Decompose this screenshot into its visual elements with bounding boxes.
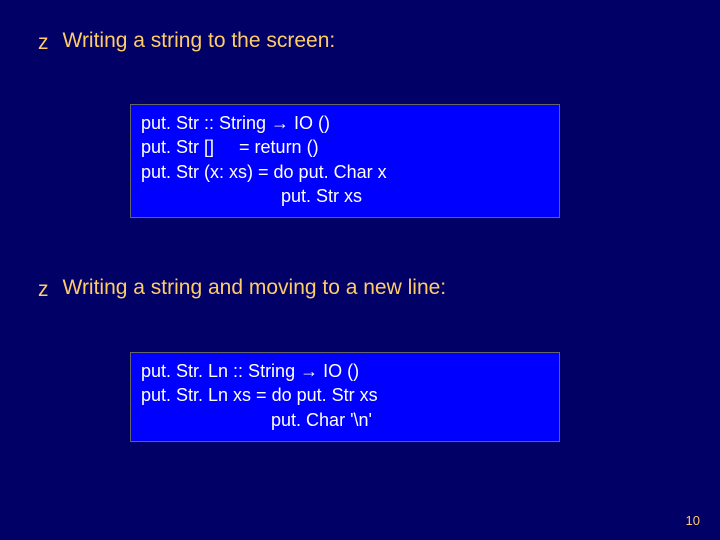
code-line: put. Str (x: xs) = do put. Char x <box>141 160 549 184</box>
slide: z Writing a string to the screen: put. S… <box>0 0 720 540</box>
page-number: 10 <box>686 513 700 528</box>
code-line: put. Str :: String → IO () <box>141 111 549 135</box>
bullet-one: z Writing a string to the screen: <box>38 28 335 55</box>
code-line: put. Str. Ln :: String → IO () <box>141 359 549 383</box>
bullet-two: z Writing a string and moving to a new l… <box>38 275 446 302</box>
bullet-marker: z <box>38 28 49 55</box>
bullet-text-two: Writing a string and moving to a new lin… <box>63 275 447 300</box>
code-line: put. Str [] = return () <box>141 135 549 159</box>
code-line: put. Char '\n' <box>141 408 549 432</box>
code-line: put. Str xs <box>141 184 549 208</box>
code-box-putstrln: put. Str. Ln :: String → IO () put. Str.… <box>130 352 560 442</box>
bullet-text-one: Writing a string to the screen: <box>63 28 336 53</box>
bullet-marker: z <box>38 275 49 302</box>
code-line: put. Str. Ln xs = do put. Str xs <box>141 383 549 407</box>
code-box-putstr: put. Str :: String → IO () put. Str [] =… <box>130 104 560 218</box>
